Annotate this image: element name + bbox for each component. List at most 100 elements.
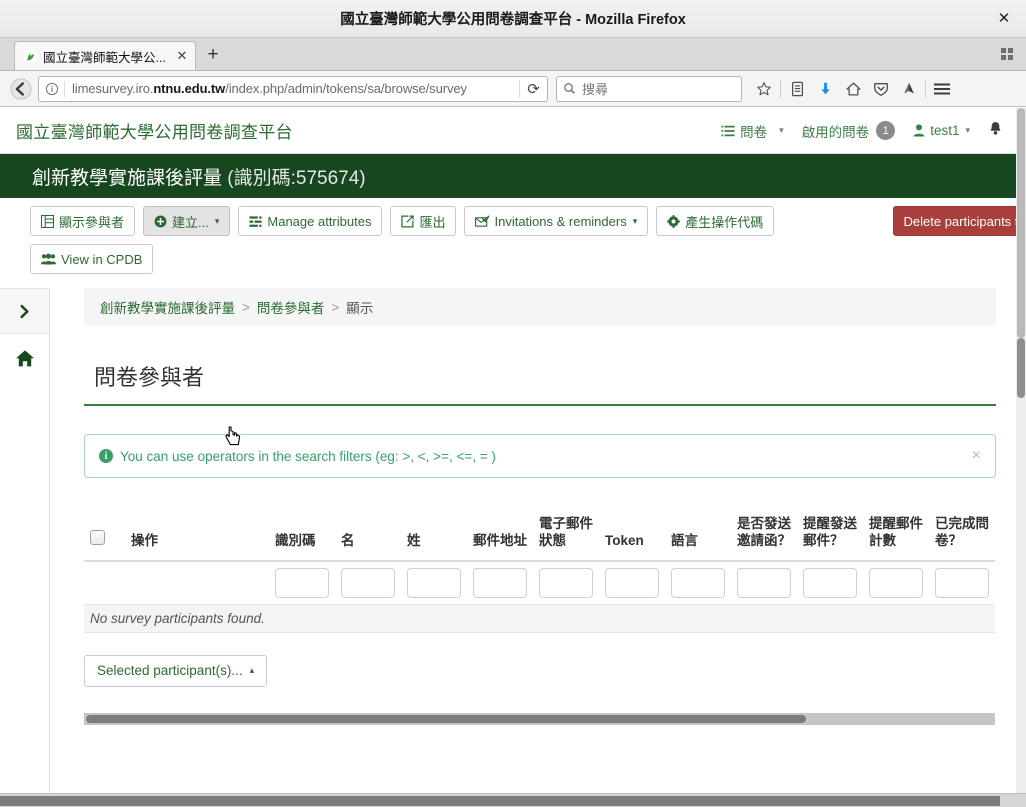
pocket-shield-icon[interactable]: [867, 75, 895, 103]
chevron-down-icon-user: ▾: [965, 125, 970, 135]
header-id[interactable]: 識別碼: [269, 512, 335, 562]
header-select-all: [84, 512, 125, 562]
export-icon: [401, 215, 415, 228]
hamburger-menu-icon[interactable]: [928, 75, 956, 103]
filter-input-firstname[interactable]: [341, 567, 395, 598]
new-tab-button[interactable]: +: [200, 41, 226, 69]
filter-input-reminder[interactable]: [803, 567, 857, 598]
filter-input-completed[interactable]: [935, 567, 989, 598]
select-all-checkbox[interactable]: [90, 529, 105, 545]
table-horizontal-scrollbar[interactable]: [84, 712, 995, 725]
filter-cell-empty1: [84, 560, 125, 605]
app-navbar: 國立臺灣師範大學公用問卷調查平台 問卷 ▾ 啟用的問卷 1 test1 ▾: [0, 108, 1026, 154]
empty-message: No survey participants found.: [84, 604, 995, 633]
browser-tab[interactable]: 國立臺灣師範大學公... ✕: [14, 41, 196, 70]
breadcrumb-item-participants[interactable]: 問卷參與者: [257, 297, 325, 317]
mouse-cursor: [225, 426, 241, 446]
search-input[interactable]: 搜尋: [582, 79, 608, 98]
page-horizontal-scrollbar[interactable]: [0, 793, 1026, 807]
header-firstname[interactable]: 名: [335, 512, 401, 562]
window-close-button[interactable]: ✕: [992, 7, 1016, 31]
filter-cell-empty2: [125, 560, 269, 605]
envelope-check-icon: [475, 215, 490, 228]
header-language[interactable]: 語言: [665, 512, 731, 562]
invitations-label: Invitations & reminders: [494, 213, 627, 229]
url-text: limesurvey.iro.ntnu.edu.tw/index.php/adm…: [72, 81, 467, 96]
header-email-status[interactable]: 電子郵件狀態: [533, 512, 599, 562]
nav-surveys[interactable]: 問卷 ▾: [712, 108, 793, 154]
search-bar[interactable]: 搜尋: [556, 75, 742, 102]
back-arrow-icon[interactable]: [6, 74, 36, 104]
filter-cell-reminder-count: [863, 560, 929, 605]
header-reminder-sent[interactable]: 提醒發送郵件？: [797, 512, 863, 562]
reload-button[interactable]: ⟳: [519, 79, 547, 98]
page-vertical-scrollbar[interactable]: [1016, 108, 1026, 793]
nav-surveys-label: 問卷: [740, 124, 768, 140]
filter-input-email[interactable]: [473, 567, 527, 598]
page-horizontal-scrollbar-thumb[interactable]: [0, 796, 1000, 806]
header-lastname[interactable]: 姓: [401, 512, 467, 562]
tab-close-icon[interactable]: ✕: [175, 48, 189, 64]
table-filter-row: [84, 560, 995, 605]
participants-table: 操作 識別碼 名 姓 郵件地址 電子郵件狀態 Token 語言 是否發送邀請函？…: [84, 512, 995, 633]
nav-user-menu[interactable]: test1 ▾: [904, 108, 979, 154]
browser-window: 國立臺灣師範大學公用問卷調查平台 - Mozilla Firefox ✕ 國立臺…: [0, 0, 1026, 807]
filter-input-reminder-count[interactable]: [869, 567, 923, 598]
generate-codes-label: 產生操作代碼: [685, 214, 764, 230]
survey-title: 創新教學實施課後評量 (識別碼:575674): [32, 167, 366, 189]
filter-input-token[interactable]: [605, 567, 659, 598]
header-reminder-count[interactable]: 提醒郵件計數: [863, 512, 929, 562]
header-email[interactable]: 郵件地址: [467, 512, 533, 562]
sync-account-icon[interactable]: [895, 75, 923, 103]
bookmark-star-icon[interactable]: [750, 75, 778, 103]
filter-cell-lastname: [401, 560, 467, 605]
library-icon[interactable]: [783, 75, 811, 103]
breadcrumb-item-survey[interactable]: 創新教學實施課後評量: [100, 297, 235, 317]
chevron-right-icon: [20, 304, 29, 318]
filter-cell-id: [269, 560, 335, 605]
show-participants-button[interactable]: 顯示參與者: [30, 206, 136, 236]
filter-input-invitation[interactable]: [737, 567, 791, 598]
page-vertical-scrollbar-thumb[interactable]: [1017, 338, 1025, 398]
export-button[interactable]: 匯出: [390, 206, 457, 236]
view-in-cpdb-button[interactable]: View in CPDB: [30, 244, 154, 274]
toolbar-row-1: 顯示參與者 建立... ▾ Manage attributes 匯出 Invit…: [30, 206, 1026, 244]
alert-close-icon[interactable]: ×: [972, 447, 981, 465]
create-button[interactable]: 建立... ▾: [143, 206, 231, 236]
url-bar[interactable]: limesurvey.iro.ntnu.edu.tw/index.php/adm…: [38, 75, 548, 102]
app-brand[interactable]: 國立臺灣師範大學公用問卷調查平台: [16, 118, 293, 143]
header-token[interactable]: Token: [599, 512, 665, 562]
filter-input-email-status[interactable]: [539, 567, 593, 598]
table-header-row: 操作 識別碼 名 姓 郵件地址 電子郵件狀態 Token 語言 是否發送邀請函？…: [84, 512, 995, 562]
tab-overview-icon[interactable]: [996, 43, 1018, 65]
nav-active-surveys[interactable]: 啟用的問卷 1: [793, 108, 905, 154]
header-invitation-sent[interactable]: 是否發送邀請函？: [731, 512, 797, 562]
header-actions: 操作: [125, 512, 269, 562]
left-sidebar: [0, 288, 50, 807]
download-arrow-icon[interactable]: [811, 75, 839, 103]
breadcrumb-separator-2: >: [331, 299, 340, 315]
main-content: 創新教學實施課後評量 > 問卷參與者 > 顯示 問卷參與者 i You can …: [50, 288, 1026, 807]
sidebar-toggle-button[interactable]: [0, 289, 49, 334]
breadcrumb-item-display: 顯示: [346, 301, 374, 316]
info-icon: i: [99, 449, 113, 463]
browser-navigation-bar: limesurvey.iro.ntnu.edu.tw/index.php/adm…: [0, 71, 1026, 107]
table-scrollbar-thumb[interactable]: [86, 714, 806, 723]
nav-notifications[interactable]: [979, 108, 1012, 154]
filter-input-language[interactable]: [671, 567, 725, 598]
breadcrumb: 創新教學實施課後評量 > 問卷參與者 > 顯示: [84, 288, 996, 326]
toolbar-row-2: View in CPDB: [30, 244, 1026, 282]
page-info-icon[interactable]: [39, 80, 65, 97]
sidebar-item-home[interactable]: [0, 334, 49, 382]
generate-codes-button[interactable]: 產生操作代碼: [656, 206, 775, 236]
filter-cell-token: [599, 560, 665, 605]
header-completed[interactable]: 已完成問卷？: [929, 512, 995, 562]
invitations-reminders-button[interactable]: Invitations & reminders ▾: [464, 206, 649, 236]
delete-participants-table-button[interactable]: Delete participants table: [892, 206, 1026, 236]
manage-attributes-button[interactable]: Manage attributes: [238, 206, 383, 236]
survey-title-bar: 創新教學實施課後評量 (識別碼:575674): [0, 154, 1026, 198]
filter-input-lastname[interactable]: [407, 567, 461, 598]
selected-participants-button[interactable]: Selected participant(s)... ▴: [84, 654, 268, 687]
filter-input-id[interactable]: [275, 567, 329, 598]
home-icon[interactable]: [839, 75, 867, 103]
